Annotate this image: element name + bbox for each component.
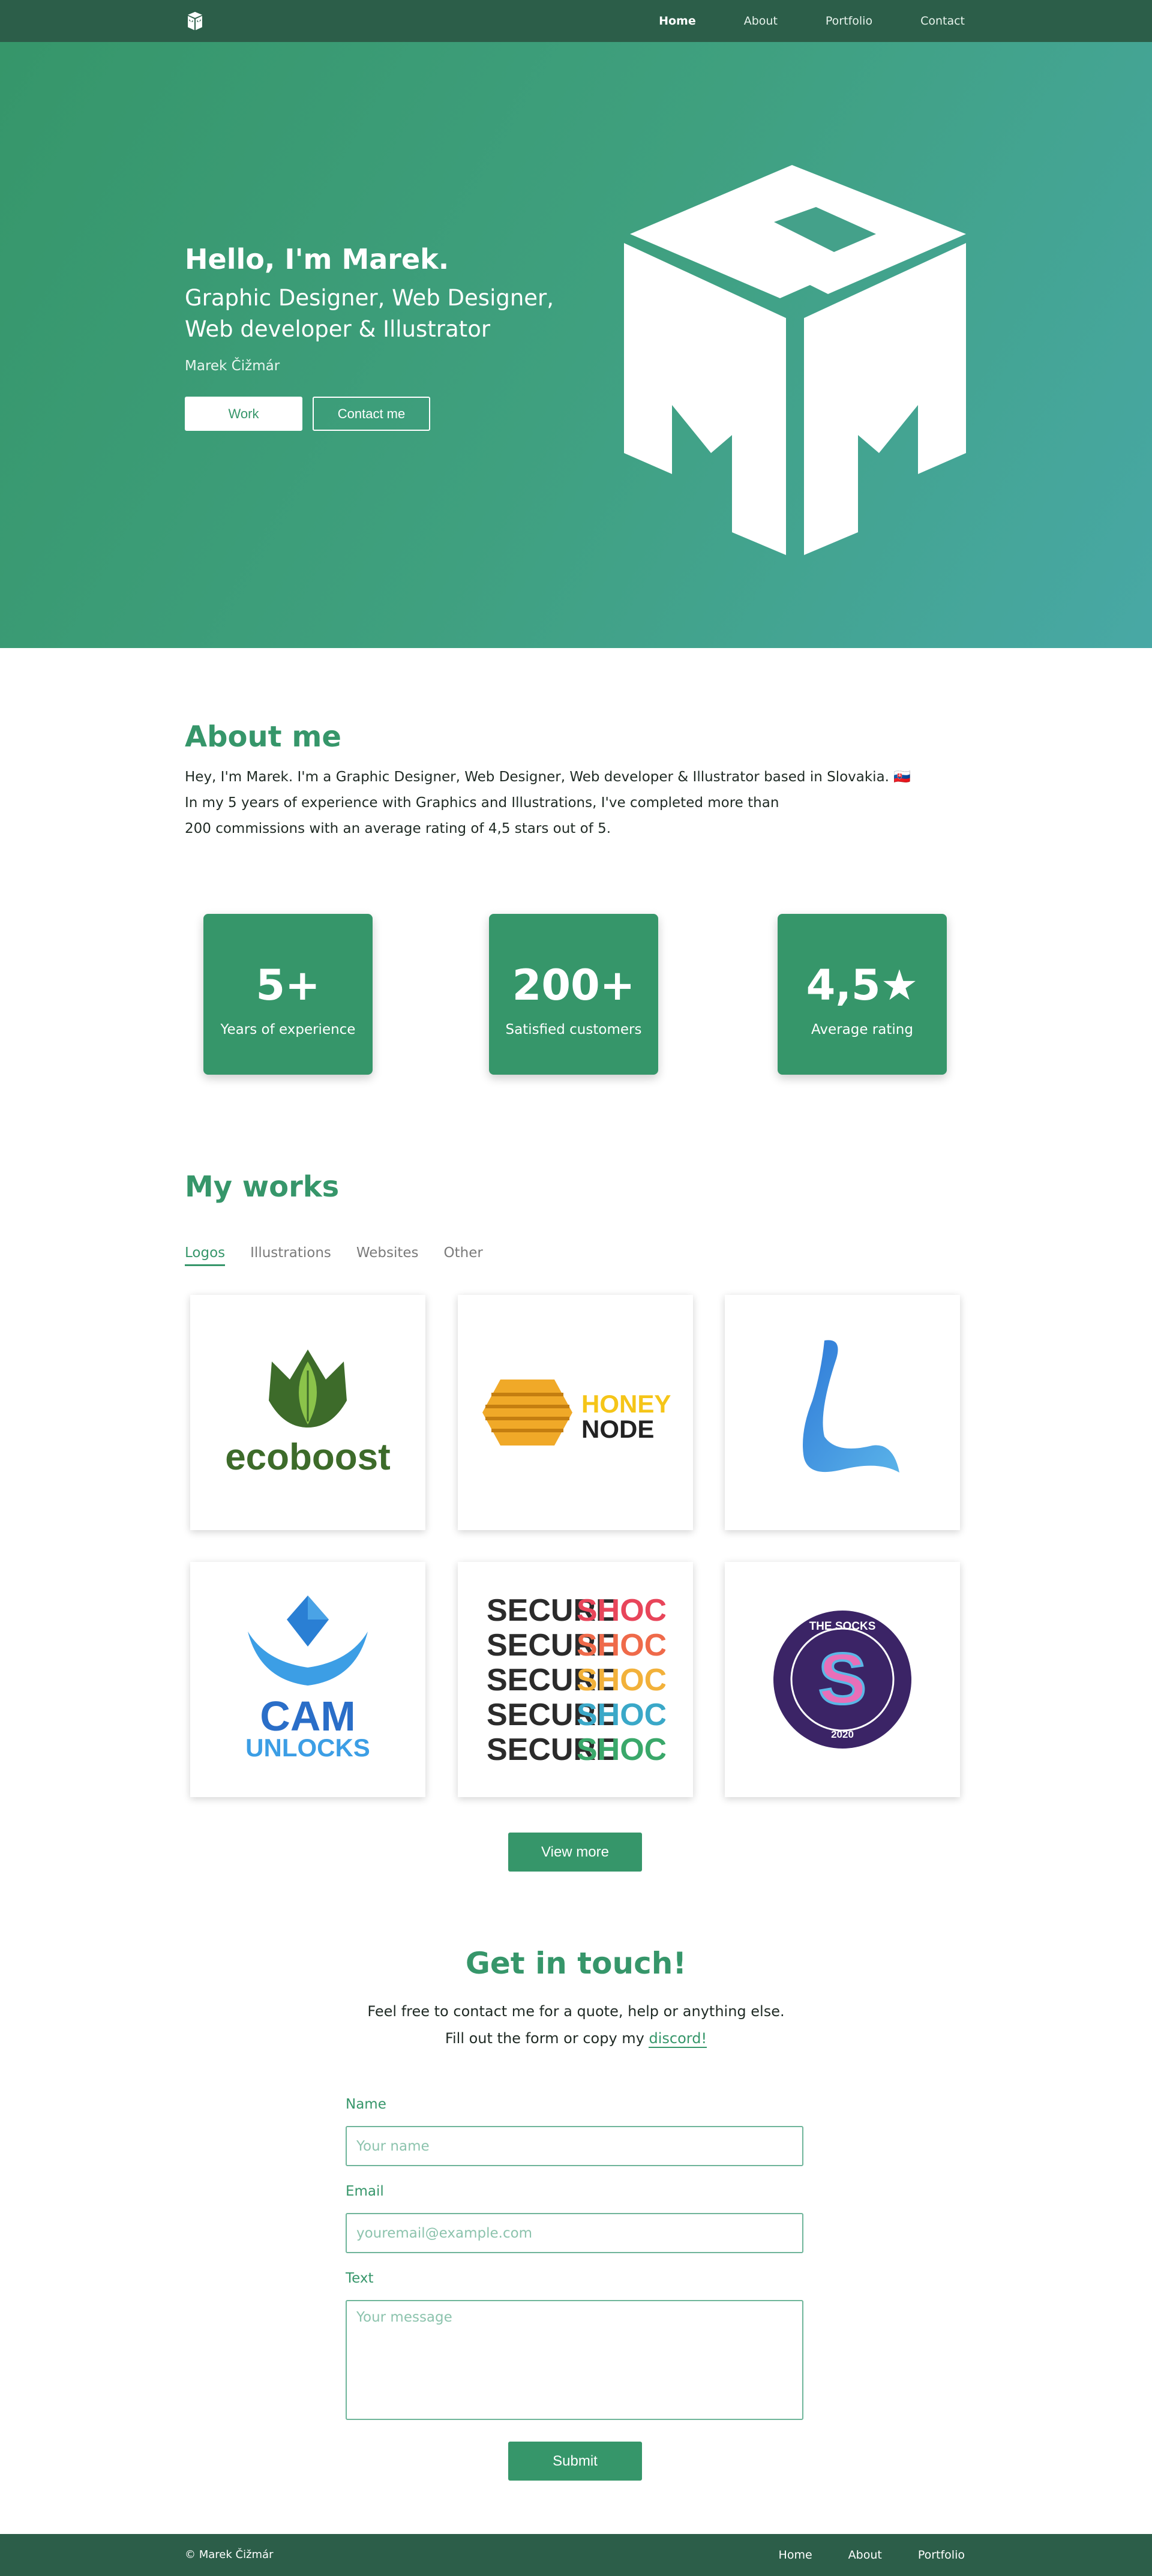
shock-text-4: SHOCK (577, 1698, 665, 1732)
top-navbar: Home About Portfolio Contact (0, 0, 1152, 42)
honeynode-logo: HONEY NODE (482, 1380, 671, 1446)
stat-value: 4,5★ (806, 961, 919, 1010)
nav-link-portfolio[interactable]: Portfolio (826, 14, 872, 28)
shock-text-2: SHOCK (577, 1628, 665, 1663)
text-label: Text (346, 2271, 374, 2286)
about-line-2: In my 5 years of experience with Graphic… (185, 795, 779, 811)
hero-subtitle-line1: Graphic Designer, Web Designer, (185, 285, 554, 311)
works-title: My works (185, 1170, 340, 1204)
work-card-thesocks[interactable]: THE SOCKS 2020 S (725, 1562, 960, 1797)
email-field[interactable] (346, 2213, 803, 2253)
stat-label: Average rating (811, 1022, 913, 1037)
honey-text: HONEY (581, 1390, 671, 1418)
node-text: NODE (581, 1415, 654, 1443)
contact-title: Get in touch! (465, 1946, 687, 1981)
footer: © Marek Čižmár Home About Portfolio (0, 2534, 1152, 2576)
stat-value: 200+ (512, 961, 635, 1010)
about-section: About me Hey, I'm Marek. I'm a Graphic D… (185, 720, 977, 842)
contact-line-1: Feel free to contact me for a quote, hel… (367, 2003, 785, 2020)
thesocks-year: 2020 (831, 1729, 854, 1740)
mm-cube-logo-icon[interactable] (185, 11, 205, 31)
hero-title: Hello, I'm Marek. (185, 243, 449, 275)
tab-logos[interactable]: Logos (185, 1245, 226, 1266)
hero-name: Marek Čižmár (185, 358, 280, 374)
submit-button[interactable]: Submit (508, 2442, 642, 2481)
footer-link-about[interactable]: About (848, 2548, 882, 2562)
view-more-button[interactable]: View more (508, 1833, 642, 1872)
shock-text-3: SHOCK (577, 1663, 665, 1698)
thesocks-text: THE SOCKS (809, 1620, 876, 1633)
shock-text-5: SHOCK (577, 1732, 665, 1767)
work-button[interactable]: Work (185, 397, 302, 431)
work-card-ecoboost[interactable]: ecoboost (190, 1295, 425, 1530)
footer-link-home[interactable]: Home (779, 2548, 812, 2562)
footer-link-portfolio[interactable]: Portfolio (918, 2548, 965, 2562)
work-card-secureshock[interactable]: SECURE SHOCK SECURE SHOCK SECURE SHOCK S… (458, 1562, 693, 1797)
tab-other[interactable]: Other (444, 1245, 483, 1266)
ecoboost-text: ecoboost (225, 1437, 391, 1478)
nav-links: Home About Portfolio Contact (611, 0, 965, 42)
footer-copyright: © Marek Čižmár (185, 2548, 274, 2561)
hero-section: Hello, I'm Marek. Graphic Designer, Web … (0, 42, 1152, 648)
stat-label: Satisfied customers (505, 1022, 642, 1037)
nav-link-home[interactable]: Home (659, 14, 696, 28)
stat-card-customers: 200+ Satisfied customers (489, 914, 658, 1075)
secureshock-logo: SECURE SHOCK SECURE SHOCK SECURE SHOCK S… (487, 1593, 665, 1767)
contact-text: Feel free to contact me for a quote, hel… (0, 1998, 1152, 2052)
unlocks-text: UNLOCKS (245, 1734, 370, 1762)
about-line-1: Hey, I'm Marek. I'm a Graphic Designer, … (185, 769, 911, 785)
stat-card-experience: 5+ Years of experience (203, 914, 373, 1075)
about-text: Hey, I'm Marek. I'm a Graphic Designer, … (185, 764, 977, 842)
nav-link-about[interactable]: About (744, 14, 778, 28)
shock-text-1: SHOCK (577, 1593, 665, 1628)
thesocks-logo: THE SOCKS 2020 S (773, 1611, 911, 1749)
tab-illustrations[interactable]: Illustrations (250, 1245, 331, 1266)
hero-subtitle-line2: Web developer & Illustrator (185, 316, 491, 342)
name-field[interactable] (346, 2126, 803, 2166)
email-label: Email (346, 2184, 384, 2199)
tab-websites[interactable]: Websites (356, 1245, 419, 1266)
hero-text: Hello, I'm Marek. Graphic Designer, Web … (185, 243, 617, 374)
mm-cube-hero-logo-icon (624, 165, 966, 555)
stat-value: 5+ (256, 961, 320, 1010)
discord-link[interactable]: discord! (649, 2030, 707, 2048)
works-tabs: Logos Illustrations Websites Other (185, 1245, 508, 1266)
work-card-l-logo[interactable] (725, 1295, 960, 1530)
thesocks-letter: S (818, 1639, 866, 1719)
about-title: About me (185, 720, 341, 754)
work-card-honeynode[interactable]: HONEY NODE (458, 1295, 693, 1530)
stat-card-rating: 4,5★ Average rating (778, 914, 947, 1075)
name-label: Name (346, 2097, 386, 2112)
nav-link-contact[interactable]: Contact (920, 14, 965, 28)
contact-me-button[interactable]: Contact me (313, 397, 430, 431)
footer-links: Home About Portfolio (743, 2534, 965, 2576)
cam-text: CAM (260, 1693, 355, 1740)
camunlocks-logo: CAM UNLOCKS (245, 1596, 370, 1762)
work-card-camunlocks[interactable]: CAM UNLOCKS (190, 1562, 425, 1797)
contact-line-2-prefix: Fill out the form or copy my (445, 2030, 649, 2047)
l-letter-logo-icon (803, 1340, 899, 1473)
message-field[interactable] (346, 2300, 803, 2420)
ecoboost-logo: ecoboost (225, 1350, 391, 1478)
about-line-3: 200 commissions with an average rating o… (185, 821, 611, 836)
stat-label: Years of experience (220, 1022, 356, 1037)
